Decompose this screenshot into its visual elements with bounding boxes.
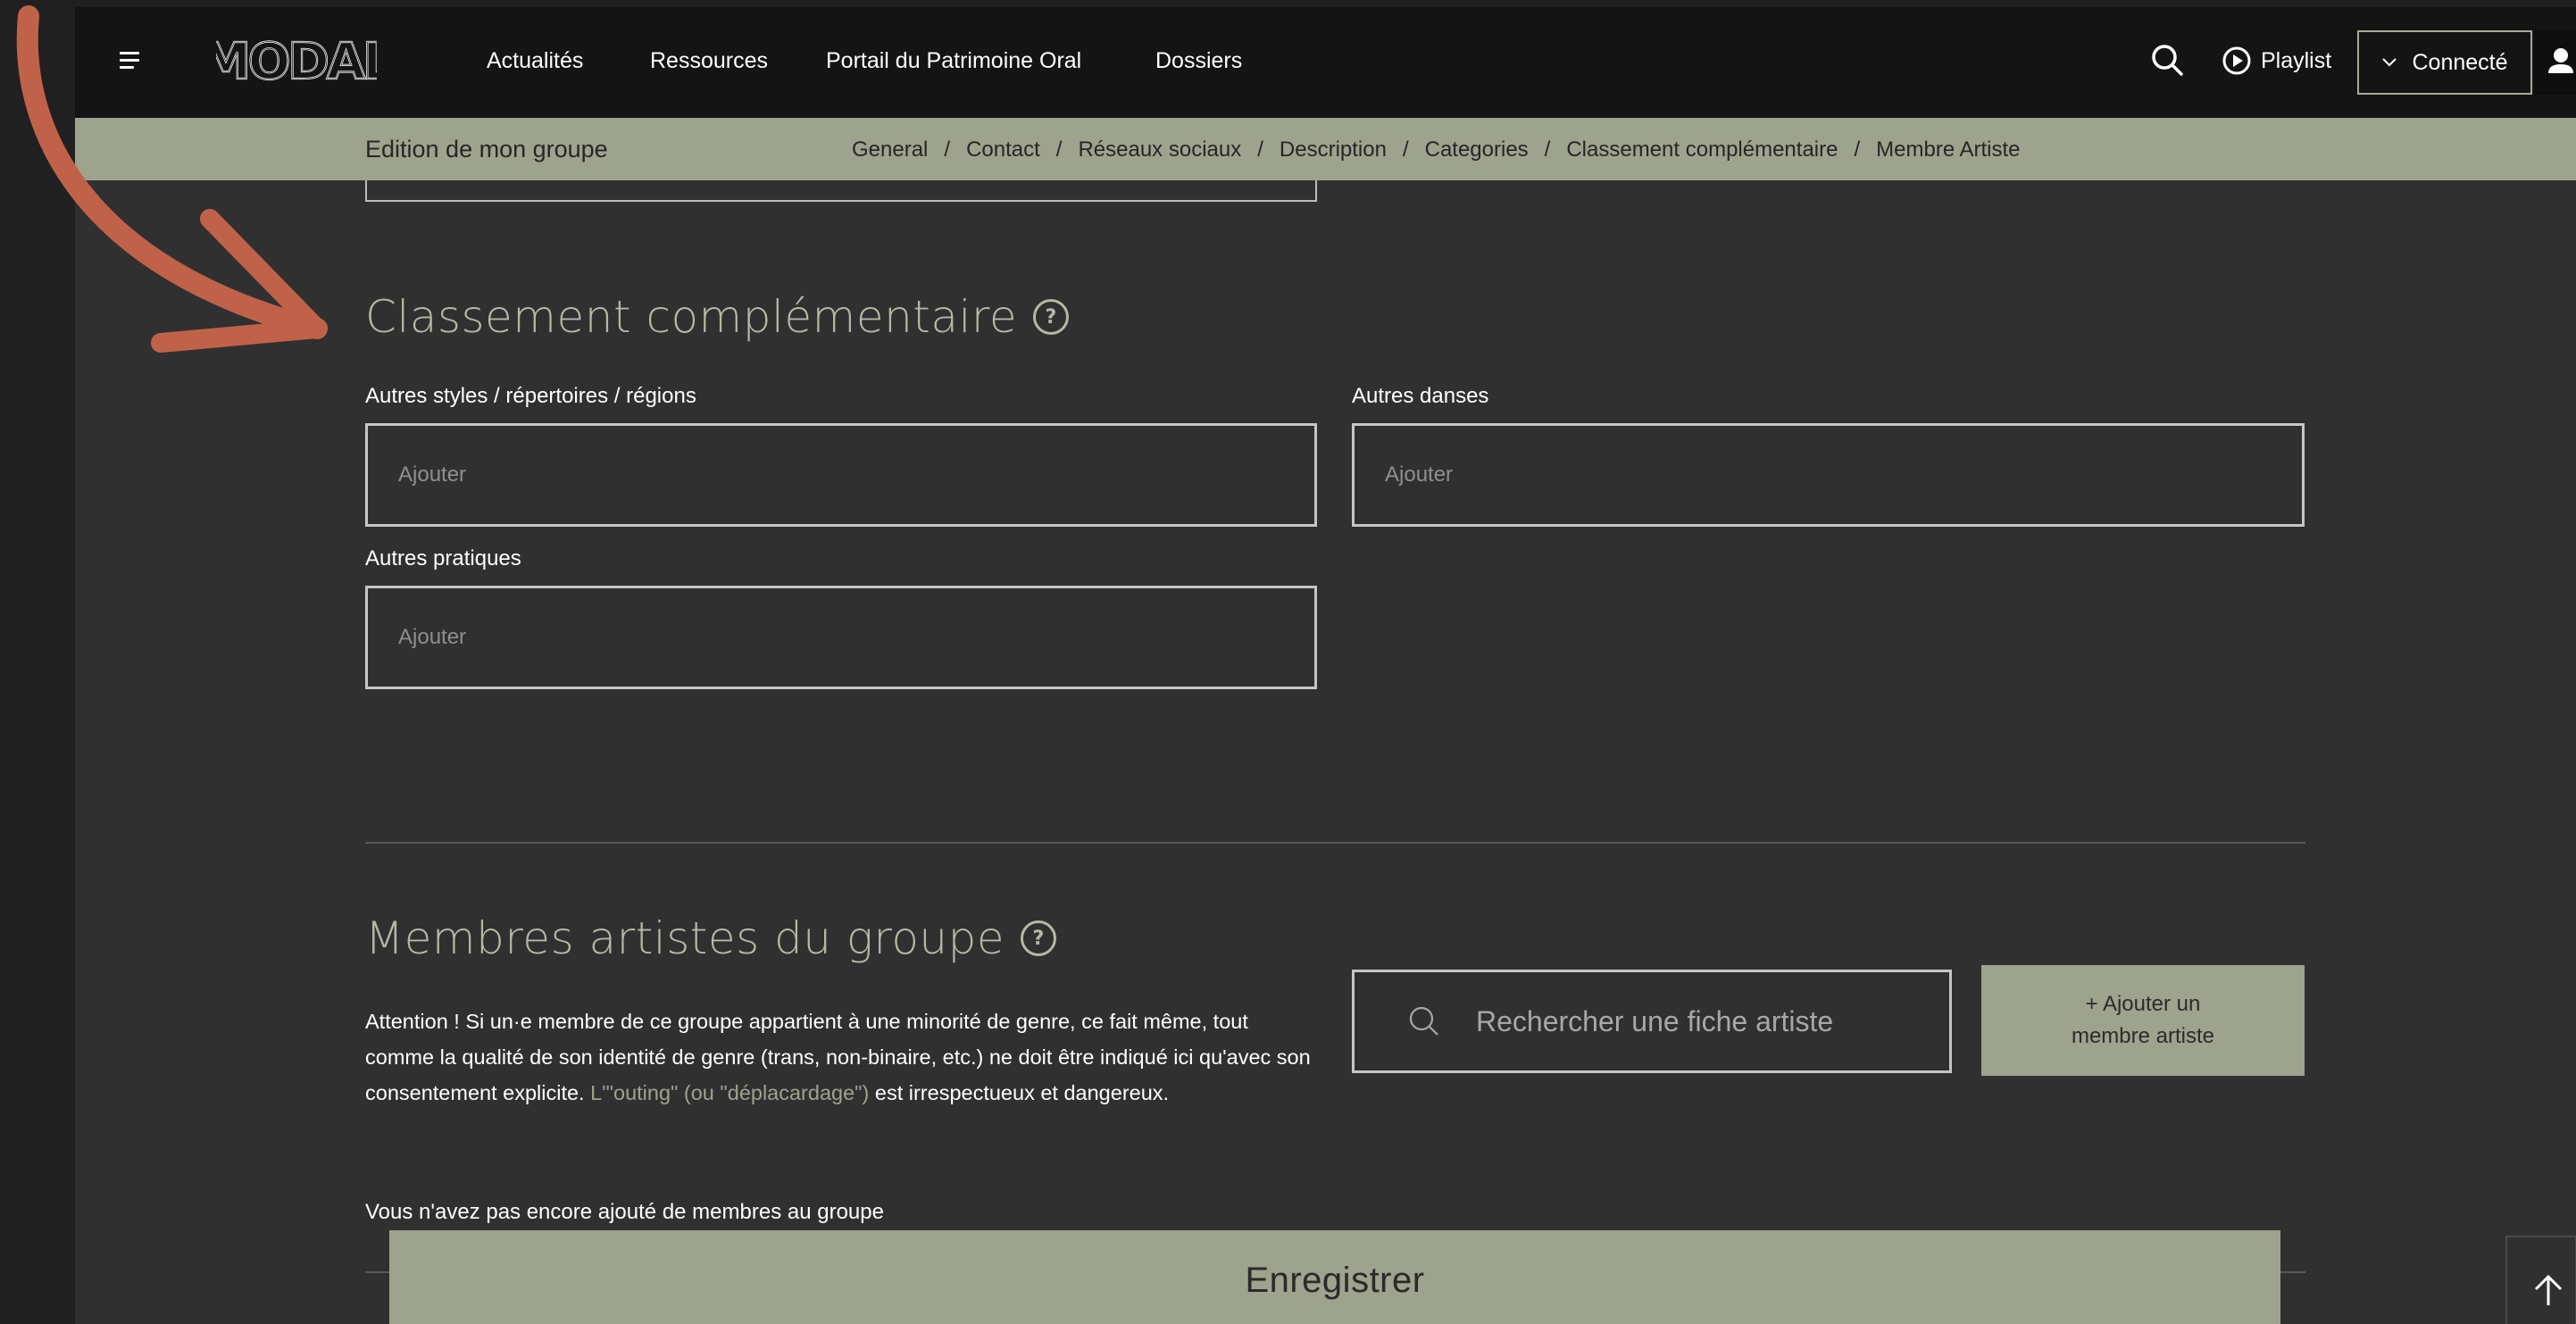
autres-pratiques-label: Autres pratiques xyxy=(365,546,521,570)
scroll-to-top-button[interactable] xyxy=(2505,1236,2576,1324)
section-links: General / Contact / Réseaux sociaux / De… xyxy=(852,137,2021,162)
nav-dossiers[interactable]: Dossiers xyxy=(1155,48,1242,74)
link-description[interactable]: Description xyxy=(1280,137,1387,162)
add-member-button[interactable]: + Ajouter un membre artiste xyxy=(1981,965,2305,1076)
save-button[interactable]: Enregistrer xyxy=(389,1230,2280,1324)
autres-danses-input[interactable] xyxy=(1352,423,2305,527)
previous-field-edge xyxy=(365,180,1317,202)
autres-pratiques-input[interactable] xyxy=(365,586,1317,689)
artist-search-placeholder: Rechercher une fiche artiste xyxy=(1476,1004,1834,1037)
playlist-label: Playlist xyxy=(2261,47,2332,73)
artist-search-field[interactable]: Rechercher une fiche artiste xyxy=(1352,970,1952,1073)
user-account-button[interactable] xyxy=(2534,30,2576,95)
search-icon[interactable] xyxy=(2148,41,2186,79)
classement-title-text: Classement complémentaire xyxy=(365,291,1018,343)
link-categories[interactable]: Categories xyxy=(1425,137,1529,162)
link-classement-complementaire[interactable]: Classement complémentaire xyxy=(1566,137,1838,162)
notice-text-end: est irrespectueux et dangereux. xyxy=(869,1081,1170,1104)
search-icon xyxy=(1409,1006,1438,1036)
edit-group-subnav: Edition de mon groupe General / Contact … xyxy=(75,118,2576,180)
link-contact[interactable]: Contact xyxy=(966,137,1040,162)
gender-consent-notice: Attention ! Si un·e membre de ce groupe … xyxy=(365,1003,1321,1111)
connect-label: Connecté xyxy=(2412,49,2508,75)
membres-section-title: Membres artistes du groupe ? xyxy=(365,912,1057,964)
hamburger-icon[interactable] xyxy=(120,52,143,71)
separator: / xyxy=(1055,137,1063,162)
page: MODAL MODAL Actualités Ressources Portai… xyxy=(75,7,2576,1324)
autres-styles-input[interactable] xyxy=(365,423,1317,527)
nav-actualites[interactable]: Actualités xyxy=(487,48,583,74)
link-general[interactable]: General xyxy=(852,137,928,162)
separator: / xyxy=(944,137,951,162)
modal-logo[interactable]: MODAL MODAL xyxy=(216,32,377,89)
subnav-title: Edition de mon groupe xyxy=(365,136,608,162)
link-membre-artiste[interactable]: Membre Artiste xyxy=(1876,137,2020,162)
separator: / xyxy=(1257,137,1263,162)
svg-text:MODAL: MODAL xyxy=(216,33,377,89)
autres-danses-label: Autres danses xyxy=(1352,384,1489,408)
user-icon xyxy=(2548,48,2573,73)
help-icon[interactable]: ? xyxy=(1021,920,1057,956)
link-reseaux-sociaux[interactable]: Réseaux sociaux xyxy=(1078,137,1241,162)
nav-portail-patrimoine-oral[interactable]: Portail du Patrimoine Oral xyxy=(826,48,1081,74)
separator: / xyxy=(1402,137,1409,162)
help-icon[interactable]: ? xyxy=(1033,299,1070,335)
outing-link[interactable]: L'"outing" (ou "déplacardage") xyxy=(590,1081,869,1104)
top-navigation-bar: MODAL MODAL Actualités Ressources Portai… xyxy=(75,7,2576,118)
membres-title-text: Membres artistes du groupe xyxy=(365,912,1005,964)
separator: / xyxy=(1854,137,1861,162)
playlist-button[interactable]: Playlist xyxy=(2222,41,2331,80)
classement-section-title: Classement complémentaire ? xyxy=(365,291,1070,343)
section-divider xyxy=(365,842,2305,844)
empty-members-message: Vous n'avez pas encore ajouté de membres… xyxy=(365,1200,884,1224)
autres-styles-label: Autres styles / répertoires / régions xyxy=(365,384,696,408)
play-circle-icon xyxy=(2222,46,2251,75)
connect-dropdown-button[interactable]: Connecté xyxy=(2357,30,2532,95)
chevron-down-icon xyxy=(2382,58,2397,67)
arrow-up-icon xyxy=(2534,1274,2563,1305)
add-member-label: + Ajouter un membre artiste xyxy=(2071,992,2215,1048)
separator: / xyxy=(1544,137,1551,162)
nav-ressources[interactable]: Ressources xyxy=(650,48,768,74)
